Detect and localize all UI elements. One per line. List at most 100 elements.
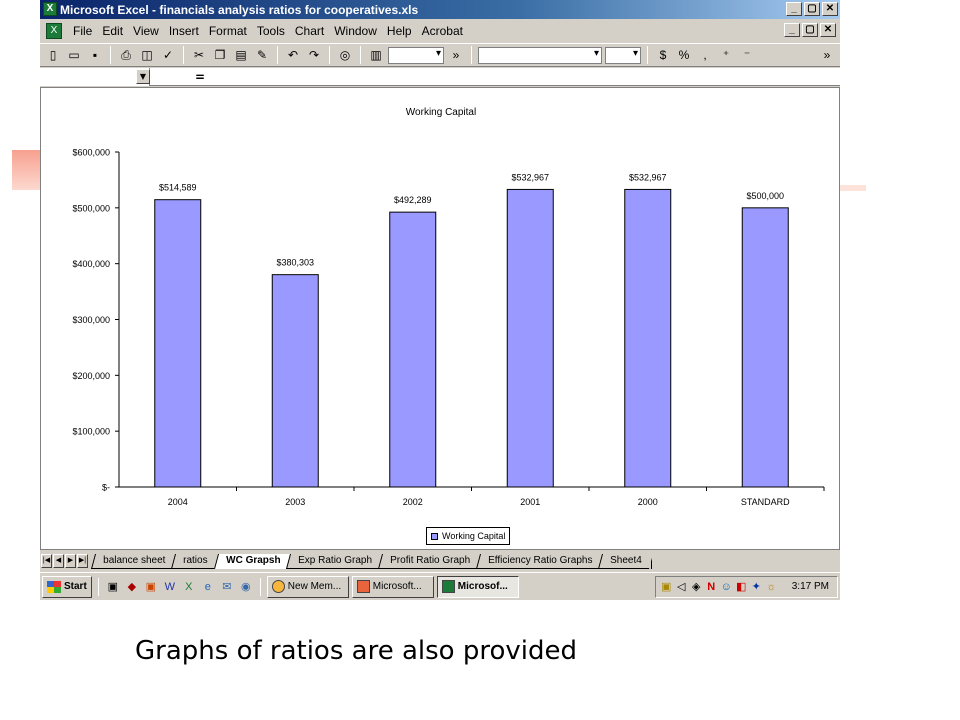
comma-style-icon[interactable]: , xyxy=(696,46,714,64)
excel-app-icon[interactable]: X xyxy=(43,2,57,16)
toolbar-separator xyxy=(647,46,648,64)
close-button[interactable]: ✕ xyxy=(822,2,838,16)
sheet-tab-exp-ratio-graph[interactable]: Exp Ratio Graph xyxy=(286,553,384,569)
name-box-dropdown-icon[interactable]: ▼ xyxy=(136,69,150,84)
task-microsoft-excel[interactable]: Microsof... xyxy=(436,575,519,598)
increase-decimal-icon[interactable]: ⁺ xyxy=(717,46,735,64)
workbook-icon[interactable]: X xyxy=(46,23,62,39)
sheet-tab-balance-sheet[interactable]: balance sheet xyxy=(90,553,177,569)
start-button[interactable]: Start xyxy=(42,575,92,598)
menu-tools[interactable]: Tools xyxy=(252,24,290,38)
formula-bar: ▼ = xyxy=(40,68,840,86)
name-box[interactable]: ▼ xyxy=(40,68,150,86)
acrobat-icon[interactable]: ◆ xyxy=(124,579,140,595)
volume-icon[interactable]: ◁ xyxy=(675,580,688,594)
spelling-icon[interactable]: ✓ xyxy=(159,46,177,64)
window-title: Microsoft Excel - financials analysis ra… xyxy=(60,2,419,17)
toolbar-options-icon[interactable]: » xyxy=(447,46,465,64)
menu-edit[interactable]: Edit xyxy=(97,24,128,38)
notes-app-icon xyxy=(271,580,285,593)
messenger-icon[interactable]: ☺ xyxy=(720,580,733,594)
sheet-tab-label: Profit Ratio Graph xyxy=(390,554,471,566)
percent-icon[interactable]: % xyxy=(675,46,693,64)
data-label: $532,967 xyxy=(629,172,667,182)
bar xyxy=(624,188,672,488)
doc-close-button[interactable]: ✕ xyxy=(820,23,836,37)
menu-acrobat[interactable]: Acrobat xyxy=(417,24,468,38)
chart-legend[interactable]: Working Capital xyxy=(426,527,511,545)
chat-icon[interactable]: ✦ xyxy=(750,580,763,594)
word-icon[interactable]: W xyxy=(162,579,178,595)
next-sheet-icon[interactable]: ▶ xyxy=(65,554,76,568)
task-new-memo[interactable]: New Mem... xyxy=(266,575,349,598)
restore-button[interactable]: ▢ xyxy=(804,2,820,16)
menu-insert[interactable]: Insert xyxy=(164,24,204,38)
task-label: Microsof... xyxy=(457,581,508,592)
zoom-combo[interactable] xyxy=(388,46,444,64)
bar xyxy=(389,211,437,488)
formula-equals: = xyxy=(195,70,206,84)
sheet-tab-wc-grapsh[interactable]: WC Grapsh xyxy=(213,553,292,569)
sheet-tab-label: WC Grapsh xyxy=(225,554,281,566)
last-sheet-icon[interactable]: ▶| xyxy=(77,554,88,568)
paste-icon[interactable]: ▤ xyxy=(232,46,250,64)
print-preview-icon[interactable]: ◫ xyxy=(138,46,156,64)
sheet-tab-sheet4[interactable]: Sheet4 xyxy=(598,553,654,569)
media-player-icon[interactable]: ◉ xyxy=(238,579,254,595)
save-icon[interactable]: ▪ xyxy=(86,46,104,64)
network-icon[interactable]: ◈ xyxy=(690,580,703,594)
chart-wizard-icon[interactable]: ▥ xyxy=(367,46,385,64)
y-tick-label: $100,000 xyxy=(72,427,110,437)
excel-task-icon xyxy=(441,580,455,593)
x-tick-label: 2002 xyxy=(403,497,423,507)
toolbar-separator xyxy=(183,46,184,64)
sheet-tab-efficiency-ratio-graphs[interactable]: Efficiency Ratio Graphs xyxy=(476,553,604,569)
open-folder-icon[interactable]: ▭ xyxy=(65,46,83,64)
cut-icon[interactable]: ✂ xyxy=(190,46,208,64)
font-name-combo[interactable] xyxy=(478,46,602,64)
hyperlink-icon[interactable]: ◎ xyxy=(336,46,354,64)
outlook-icon[interactable]: ✉ xyxy=(219,579,235,595)
sheet-tab-profit-ratio-graph[interactable]: Profit Ratio Graph xyxy=(378,553,482,569)
toolbar-options-icon[interactable]: » xyxy=(818,46,836,64)
print-icon[interactable]: ⎙ xyxy=(117,46,135,64)
internet-explorer-icon[interactable]: e xyxy=(200,579,216,595)
decrease-decimal-icon[interactable]: ⁻ xyxy=(738,46,756,64)
prev-sheet-icon[interactable]: ◀ xyxy=(53,554,64,568)
currency-icon[interactable]: $ xyxy=(654,46,672,64)
new-document-icon[interactable]: ▯ xyxy=(44,46,62,64)
y-tick-label: $200,000 xyxy=(72,371,110,381)
chart-area[interactable]: Working Capital $- $100,000 $200,000 $300,0… xyxy=(40,87,840,550)
format-painter-icon[interactable]: ✎ xyxy=(253,46,271,64)
legend-label: Working Capital xyxy=(442,531,506,541)
copy-icon[interactable]: ❐ xyxy=(211,46,229,64)
undo-icon[interactable]: ↶ xyxy=(284,46,302,64)
menu-chart[interactable]: Chart xyxy=(290,24,329,38)
font-size-combo[interactable] xyxy=(605,46,641,64)
doc-restore-button[interactable]: ▢ xyxy=(802,23,818,37)
menu-file[interactable]: File xyxy=(68,24,97,38)
menu-window[interactable]: Window xyxy=(329,24,382,38)
desktop-icon[interactable]: ▣ xyxy=(105,579,121,595)
task-label: New Mem... xyxy=(287,581,342,592)
minimize-button[interactable]: _ xyxy=(786,2,802,16)
antivirus-icon[interactable]: ◧ xyxy=(735,580,748,594)
first-sheet-icon[interactable]: |◀ xyxy=(41,554,52,568)
clock[interactable]: 3:17 PM xyxy=(792,581,829,592)
menu-view[interactable]: View xyxy=(128,24,164,38)
tray-app-icon[interactable]: ▣ xyxy=(660,580,673,594)
redo-icon[interactable]: ↷ xyxy=(305,46,323,64)
toolbar-separator xyxy=(110,46,111,64)
menu-help[interactable]: Help xyxy=(382,24,417,38)
doc-minimize-button[interactable]: _ xyxy=(784,23,800,37)
excel-icon[interactable]: X xyxy=(181,579,197,595)
data-label: $500,000 xyxy=(746,191,784,201)
weather-icon[interactable]: ☼ xyxy=(765,580,778,594)
menu-format[interactable]: Format xyxy=(204,24,252,38)
y-tick-label: $400,000 xyxy=(72,259,110,269)
norton-icon[interactable]: N xyxy=(705,580,718,594)
sheet-tab-ratios[interactable]: ratios xyxy=(171,553,219,569)
excel-window: X Microsoft Excel - financials analysis … xyxy=(40,0,840,600)
powerpoint-icon[interactable]: ▣ xyxy=(143,579,159,595)
task-microsoft-powerpoint[interactable]: Microsoft... xyxy=(351,575,434,598)
